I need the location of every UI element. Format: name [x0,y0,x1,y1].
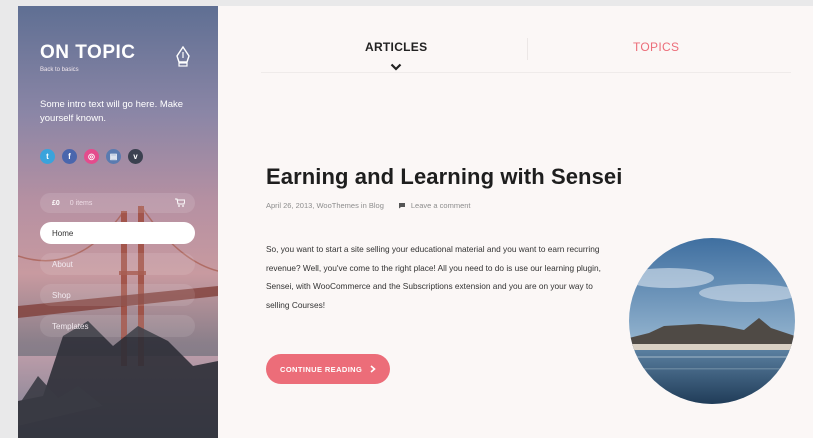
social-links: t f ◎ ▤ v [40,149,143,164]
cart-icon [175,198,185,207]
chevron-down-icon [390,63,402,71]
sidebar-nav: Home About Shop Templates [40,222,195,346]
nav-item-shop[interactable]: Shop [40,284,195,306]
continue-reading-label: CONTINUE READING [280,364,363,374]
tab-topics[interactable]: TOPICS [633,40,679,54]
post-date[interactable]: April 26, 2013, [266,201,314,210]
cart-widget[interactable]: £0 0 items [40,193,195,213]
sidebar: ON TOPIC Back to basics Some intro text … [18,6,218,438]
twitter-icon[interactable]: t [40,149,55,164]
comment-icon [398,203,405,209]
nav-item-about[interactable]: About [40,253,195,275]
tab-bar: ARTICLES TOPICS [261,28,791,78]
page-frame: ON TOPIC Back to basics Some intro text … [18,6,813,438]
site-title[interactable]: ON TOPIC [40,42,136,64]
tab-underline [261,72,791,73]
cart-amount: £0 [52,199,60,207]
post-meta: April 26, 2013, WooThemes in Blog Leave … [266,201,471,210]
post-thumbnail[interactable] [629,238,795,404]
post-title[interactable]: Earning and Learning with Sensei [266,164,622,190]
vimeo-icon[interactable]: v [128,149,143,164]
facebook-icon[interactable]: f [62,149,77,164]
nav-item-home[interactable]: Home [40,222,195,244]
post-author-category[interactable]: WooThemes in Blog [316,201,383,210]
site-subtitle: Back to basics [40,67,79,73]
pen-nib-icon [176,46,190,67]
linkedin-icon[interactable]: ▤ [106,149,121,164]
nav-item-templates[interactable]: Templates [40,315,195,337]
cart-items: 0 items [69,199,93,207]
intro-text: Some intro text will go here. Make yours… [40,99,184,124]
continue-reading-button[interactable]: CONTINUE READING [266,354,391,384]
tab-divider [527,38,528,60]
post-excerpt: So, you want to start a site selling you… [266,244,601,310]
leave-comment-link[interactable]: Leave a comment [411,201,471,210]
dribbble-icon[interactable]: ◎ [84,149,99,164]
tab-articles[interactable]: ARTICLES [365,40,427,54]
chevron-right-icon [370,365,376,373]
